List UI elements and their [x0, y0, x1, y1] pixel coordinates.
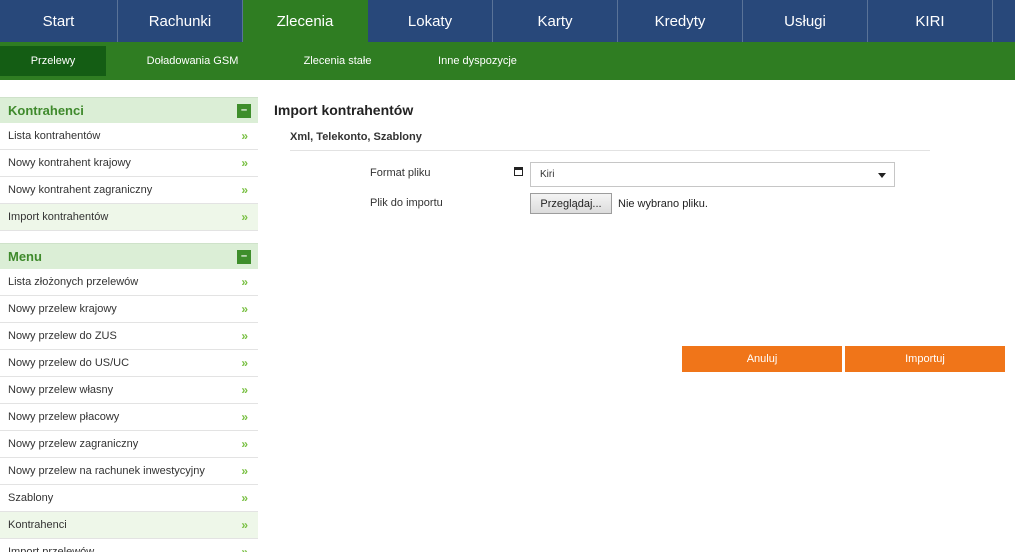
menu-item-label: Nowy przelew do ZUS	[8, 330, 117, 342]
menu-item[interactable]: Nowy przelew krajowy »	[0, 296, 258, 323]
file-status-text: Nie wybrano pliku.	[618, 198, 708, 210]
chevron-right-icon: »	[241, 437, 248, 451]
sub-navigation: Przelewy Doładowania GSM Zlecenia stałe …	[0, 42, 1015, 80]
chevron-right-icon: »	[241, 183, 248, 197]
contractors-item-label: Nowy kontrahent zagraniczny	[8, 184, 153, 196]
format-select[interactable]: Kiri	[530, 162, 895, 187]
chevron-right-icon: »	[241, 410, 248, 424]
sidebar: Kontrahenci – Lista kontrahentów» Nowy ko…	[0, 97, 258, 552]
contractors-item-label: Lista kontrahentów	[8, 130, 101, 142]
main-content: Import kontrahentów Xml, Telekonto, Szab…	[274, 97, 1014, 372]
chevron-down-icon	[878, 173, 886, 178]
menu-item[interactable]: Szablony »	[0, 485, 258, 512]
nav-tab-kiri[interactable]: KIRI	[868, 0, 993, 42]
menu-item[interactable]: Nowy przelew płacowy »	[0, 404, 258, 431]
contractors-list: Lista kontrahentów» Nowy kontrahent krajo…	[0, 123, 258, 231]
chevron-right-icon: »	[241, 491, 248, 505]
chevron-right-icon: »	[241, 545, 248, 552]
nav-tab-zlecenia[interactable]: Zlecenia	[243, 0, 368, 42]
contractors-item-label: Import kontrahentów	[8, 211, 109, 223]
menu-panel-title: Menu	[8, 249, 42, 264]
sub-tab-inne-dyspozycje[interactable]: Inne dyspozycje	[425, 46, 530, 76]
chevron-right-icon: »	[241, 156, 248, 170]
chevron-right-icon: »	[241, 275, 248, 289]
menu-collapse-button[interactable]: –	[237, 249, 251, 264]
nav-tab-rachunki[interactable]: Rachunki	[118, 0, 243, 42]
menu-list: Lista złożonych przelewów» Nowy przelew k…	[0, 269, 258, 552]
menu-item-label: Nowy przelew na rachunek inwestycyjny	[8, 465, 205, 477]
chevron-right-icon: »	[241, 129, 248, 143]
menu-item[interactable]: Lista złożonych przelewów »	[0, 269, 258, 296]
menu-item-label: Lista złożonych przelewów	[8, 276, 139, 288]
contractors-item[interactable]: Import kontrahentów »	[0, 204, 258, 231]
chevron-right-icon: »	[241, 518, 248, 532]
chevron-right-icon: »	[241, 356, 248, 370]
menu-item[interactable]: Nowy przelew zagraniczny »	[0, 431, 258, 458]
menu-panel-header: Menu –	[0, 243, 258, 269]
sub-tab-doladowania-gsm[interactable]: Doładowania GSM	[135, 46, 250, 76]
contractors-panel-title: Kontrahenci	[8, 103, 84, 118]
top-navigation: Start Rachunki Zlecenia Lokaty Karty Kre…	[0, 0, 1015, 42]
menu-item-label: Szablony	[8, 492, 54, 504]
file-label: Plik do importu	[370, 197, 443, 209]
contractors-item[interactable]: Nowy kontrahent krajowy »	[0, 150, 258, 177]
nav-filler	[993, 0, 1015, 42]
menu-item-label: Nowy przelew płacowy	[8, 411, 120, 423]
import-button[interactable]: Importuj	[845, 346, 1005, 372]
menu-item-label: Nowy przelew własny	[8, 384, 114, 396]
nav-tab-uslugi[interactable]: Usługi	[743, 0, 868, 42]
menu-item-label: Nowy przelew do US/UC	[8, 357, 130, 369]
menu-item-label: Nowy przelew zagraniczny	[8, 438, 139, 450]
menu-item-label: Kontrahenci	[8, 519, 67, 531]
format-selected-value: Kiri	[540, 169, 555, 180]
chevron-right-icon: »	[241, 210, 248, 224]
contractors-item[interactable]: Lista kontrahentów »	[0, 123, 258, 150]
menu-item[interactable]: Import przelewów »	[0, 539, 258, 552]
contractors-item[interactable]: Nowy kontrahent zagraniczny »	[0, 177, 258, 204]
chevron-right-icon: »	[241, 383, 248, 397]
nav-tab-lokaty[interactable]: Lokaty	[368, 0, 493, 42]
contractors-item-label: Nowy kontrahent krajowy	[8, 157, 131, 169]
nav-tab-karty[interactable]: Karty	[493, 0, 618, 42]
chevron-right-icon: »	[241, 302, 248, 316]
contractors-collapse-button[interactable]: –	[237, 103, 251, 118]
menu-item[interactable]: Nowy przelew na rachunek inwestycyjny »	[0, 458, 258, 485]
nav-tab-kredyty[interactable]: Kredyty	[618, 0, 743, 42]
menu-item[interactable]: Nowy przelew własny »	[0, 377, 258, 404]
section-title: Xml, Telekonto, Szablony	[290, 131, 930, 151]
chevron-right-icon: »	[241, 329, 248, 343]
menu-item-label: Import przelewów	[8, 546, 95, 552]
cancel-button[interactable]: Anuluj	[682, 346, 842, 372]
sub-tab-zlecenia-stale[interactable]: Zlecenia stałe	[290, 46, 385, 76]
menu-item-label: Nowy przelew krajowy	[8, 303, 117, 315]
chevron-right-icon: »	[241, 464, 248, 478]
menu-item[interactable]: Nowy przelew do ZUS »	[0, 323, 258, 350]
format-label: Format pliku	[370, 167, 431, 179]
menu-item[interactable]: Kontrahenci »	[0, 512, 258, 539]
panel-spacer	[0, 231, 258, 243]
calendar-icon	[514, 167, 523, 176]
contractors-panel-header: Kontrahenci –	[0, 97, 258, 123]
nav-tab-start[interactable]: Start	[0, 0, 118, 42]
menu-item[interactable]: Nowy przelew do US/UC »	[0, 350, 258, 377]
browse-button[interactable]: Przeglądaj...	[530, 193, 612, 214]
sub-tab-przelewy[interactable]: Przelewy	[0, 46, 106, 76]
page-title: Import kontrahentów	[274, 102, 414, 118]
